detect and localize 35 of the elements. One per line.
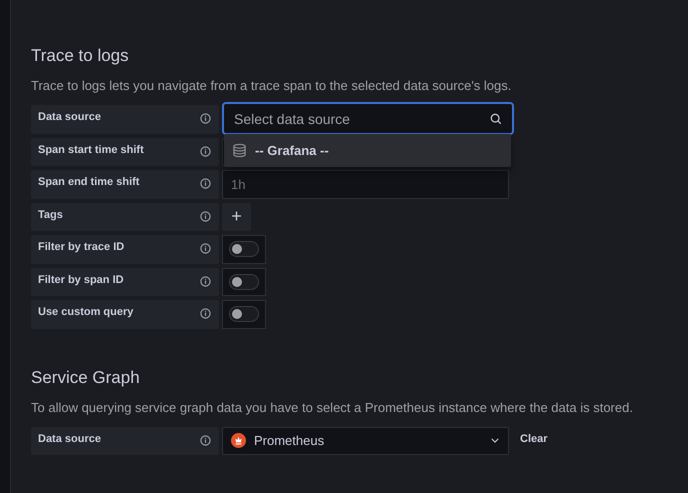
field-label-text: Data source xyxy=(38,432,101,444)
section-title: Trace to logs xyxy=(31,45,130,67)
toggle-switch[interactable] xyxy=(229,241,259,258)
select-placeholder: Select data source xyxy=(234,110,351,126)
info-icon[interactable] xyxy=(200,113,211,124)
section-description: To allow querying service graph data you have to select a Prometheus instance where the data is stored. xyxy=(31,400,634,416)
info-icon[interactable] xyxy=(200,243,211,254)
field-label-text: Filter by span ID xyxy=(38,274,124,286)
dropdown-option[interactable]: -- Grafana -- xyxy=(224,134,511,167)
info-icon[interactable] xyxy=(200,146,211,156)
field-label-text: Span start time shift xyxy=(38,144,144,156)
info-icon[interactable] xyxy=(200,276,211,286)
chevron-down-icon xyxy=(491,438,499,444)
select-value: Prometheus xyxy=(254,433,326,448)
info-icon[interactable] xyxy=(200,308,211,319)
add-tag-button[interactable]: + xyxy=(222,202,251,231)
clear-button[interactable]: Clear xyxy=(512,432,556,444)
text-input[interactable]: 1h xyxy=(222,170,509,198)
toggle-switch[interactable] xyxy=(229,274,259,290)
field-label-text: Tags xyxy=(38,208,63,220)
field-label-text: Use custom query xyxy=(38,306,134,318)
info-icon[interactable] xyxy=(200,434,211,446)
info-icon[interactable] xyxy=(200,178,211,189)
option-label: -- Grafana -- xyxy=(255,143,329,158)
field-label-text: Span end time shift xyxy=(38,176,140,188)
section-title: Service Graph xyxy=(31,366,141,388)
search-icon xyxy=(490,112,502,124)
toggle-switch[interactable] xyxy=(229,306,259,322)
info-icon[interactable] xyxy=(200,210,211,222)
database-icon xyxy=(232,143,247,158)
field-label-text: Data source xyxy=(38,111,101,123)
section-description: Trace to logs lets you navigate from a trace span to the selected data source's logs. xyxy=(31,78,512,94)
data-source-select[interactable]: Select data source xyxy=(222,102,514,135)
data-source-select[interactable]: Prometheus xyxy=(222,426,509,455)
field-label-text: Filter by trace ID xyxy=(38,241,124,253)
